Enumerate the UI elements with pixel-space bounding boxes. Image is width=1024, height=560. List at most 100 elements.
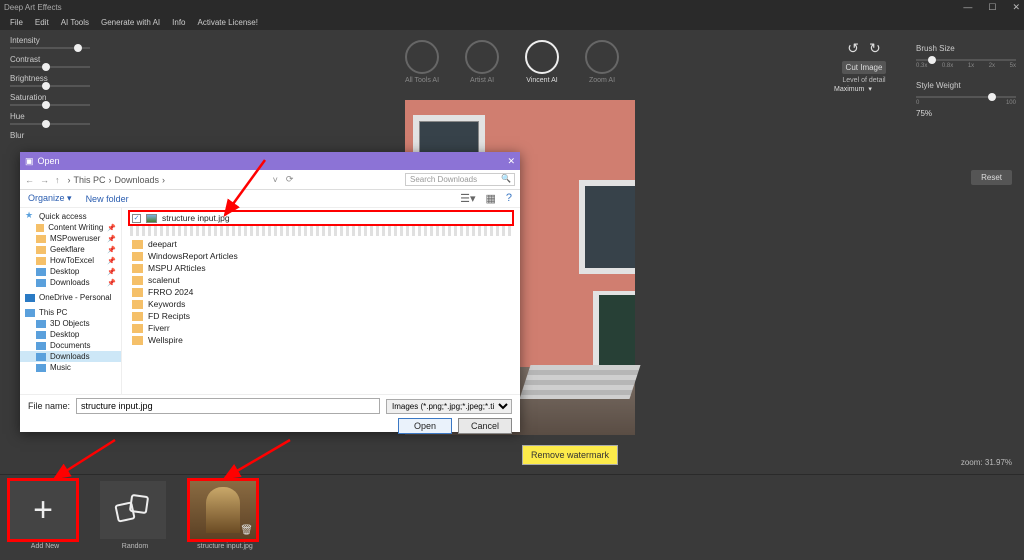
left-adjustments-panel: Intensity Contrast Brightness Saturation… xyxy=(0,30,110,152)
menu-bar: File Edit AI Tools Generate with AI Info… xyxy=(0,14,1024,30)
nav-dropdown-icon[interactable]: ˅ xyxy=(273,175,278,185)
file-row[interactable]: Wellspire xyxy=(130,334,512,346)
remove-watermark-button[interactable]: Remove watermark xyxy=(522,445,618,465)
open-button[interactable]: Open xyxy=(398,418,452,434)
sidebar-quick-access[interactable]: Quick access xyxy=(20,211,121,222)
close-icon[interactable]: ✕ xyxy=(1012,2,1020,13)
filename-label: File name: xyxy=(28,401,70,411)
intensity-slider[interactable] xyxy=(10,47,90,49)
file-row[interactable]: Fiverr xyxy=(130,322,512,334)
search-input[interactable]: Search Downloads🔍 xyxy=(405,173,515,186)
sidebar-item[interactable]: Documents xyxy=(20,340,121,351)
sidebar-item[interactable]: Geekflare📌 xyxy=(20,244,121,255)
intensity-label: Intensity xyxy=(10,36,100,45)
file-row[interactable]: scalenut xyxy=(130,274,512,286)
hue-slider[interactable] xyxy=(10,123,90,125)
cut-image-button[interactable]: Cut Image xyxy=(842,61,887,74)
file-row[interactable]: MSPU ARticles xyxy=(130,262,512,274)
dice-icon xyxy=(116,493,150,527)
sidebar-thispc[interactable]: This PC xyxy=(20,307,121,318)
new-folder-button[interactable]: New folder xyxy=(86,194,129,204)
sidebar-item-downloads[interactable]: Downloads xyxy=(20,351,121,362)
menu-activate[interactable]: Activate License! xyxy=(198,18,258,27)
help-icon[interactable]: ? xyxy=(506,192,512,205)
style-weight-label: Style Weight xyxy=(916,81,1016,90)
file-row[interactable]: Keywords xyxy=(130,298,512,310)
filename-input[interactable] xyxy=(76,398,380,414)
file-row[interactable]: FRRO 2024 xyxy=(130,286,512,298)
blur-label: Blur xyxy=(10,131,100,140)
thumb-add-new[interactable]: + Add New xyxy=(10,481,80,556)
mode-vincent[interactable]: Vincent AI xyxy=(522,40,562,84)
thumbnails-bar: + Add New Random 🗑 structure input.jpg xyxy=(0,474,1024,560)
sidebar-item[interactable]: 3D Objects xyxy=(20,318,121,329)
sidebar-item[interactable]: Content Writing📌 xyxy=(20,222,121,233)
lod-label: Level of detail xyxy=(834,77,894,84)
file-row[interactable]: deepart xyxy=(130,238,512,250)
zoom-level: zoom: 31.97% xyxy=(961,458,1012,467)
dialog-close-icon[interactable]: ✕ xyxy=(507,156,515,167)
undo-cut-panel: ↺ ↻ Cut Image Level of detail Maximum▾ xyxy=(834,40,894,93)
dialog-titlebar[interactable]: ▣Open ✕ xyxy=(20,152,520,170)
reset-button[interactable]: Reset xyxy=(971,170,1012,185)
brush-size-label: Brush Size xyxy=(916,44,1016,53)
checkbox-icon[interactable]: ✓ xyxy=(132,214,141,223)
menu-generate[interactable]: Generate with AI xyxy=(101,18,160,27)
cancel-button[interactable]: Cancel xyxy=(458,418,512,434)
nav-back-icon[interactable]: ← xyxy=(25,175,34,185)
dialog-sidebar: Quick access Content Writing📌 MSPoweruse… xyxy=(20,208,122,394)
maximize-icon[interactable]: ☐ xyxy=(988,2,996,13)
style-weight-slider[interactable] xyxy=(916,96,1016,98)
hue-label: Hue xyxy=(10,112,100,121)
nav-fwd-icon[interactable]: → xyxy=(40,175,49,185)
mode-all-tools[interactable]: All Tools AI xyxy=(402,40,442,84)
dialog-toolbar: Organize ▾ New folder ☰▾ ▦? xyxy=(20,190,520,208)
nav-up-icon[interactable]: ↑ xyxy=(55,175,60,185)
chevron-down-icon: ▾ xyxy=(868,85,872,93)
mode-zoom[interactable]: Zoom AI xyxy=(582,40,622,84)
sidebar-onedrive[interactable]: OneDrive - Personal xyxy=(20,292,121,303)
dialog-file-list: ✓structure input.jpg deepart WindowsRepo… xyxy=(122,208,520,394)
dialog-nav-bar: ← → ↑ ›This PC›Downloads› ˅ ⟳ Search Downl… xyxy=(20,170,520,190)
sidebar-item[interactable]: Desktop xyxy=(20,329,121,340)
saturation-label: Saturation xyxy=(10,93,100,102)
sidebar-item[interactable]: Downloads📌 xyxy=(20,277,121,288)
organize-menu[interactable]: Organize ▾ xyxy=(28,193,72,204)
thumb-random[interactable]: Random xyxy=(100,481,170,556)
view-details-icon[interactable]: ▦ xyxy=(485,192,495,205)
view-list-icon[interactable]: ☰▾ xyxy=(460,192,475,205)
redo-icon[interactable]: ↻ xyxy=(869,40,881,57)
app-title: Deep Art Effects xyxy=(4,3,62,12)
menu-info[interactable]: Info xyxy=(172,18,185,27)
file-open-dialog: ▣Open ✕ ← → ↑ ›This PC›Downloads› ˅ ⟳ Sear… xyxy=(20,152,520,432)
filetype-select[interactable]: Images (*.png;*.jpg;*.jpeg;*.tif;* xyxy=(386,399,512,414)
sidebar-item[interactable]: HowToExcel📌 xyxy=(20,255,121,266)
file-row[interactable]: WindowsReport Articles xyxy=(130,250,512,262)
brightness-label: Brightness xyxy=(10,74,100,83)
search-icon: 🔍 xyxy=(501,174,511,183)
menu-edit[interactable]: Edit xyxy=(35,18,49,27)
plus-icon: + xyxy=(33,491,53,530)
file-row[interactable]: FD Recipts xyxy=(130,310,512,322)
file-row-selected[interactable]: ✓structure input.jpg xyxy=(130,212,512,224)
refresh-icon[interactable]: ⟳ xyxy=(286,174,294,185)
trash-icon[interactable]: 🗑 xyxy=(240,525,253,536)
menu-ai-tools[interactable]: AI Tools xyxy=(61,18,89,27)
saturation-slider[interactable] xyxy=(10,104,90,106)
lod-select[interactable]: Maximum▾ xyxy=(834,85,894,93)
minimize-icon[interactable]: — xyxy=(963,2,972,13)
mode-artist[interactable]: Artist AI xyxy=(462,40,502,84)
contrast-slider[interactable] xyxy=(10,66,90,68)
right-panel: Brush Size 0.3x0.8x1x2x5x Style Weight 0… xyxy=(916,40,1016,118)
sidebar-item[interactable]: MSPoweruser📌 xyxy=(20,233,121,244)
brightness-slider[interactable] xyxy=(10,85,90,87)
thumb-structure-image[interactable]: 🗑 structure input.jpg xyxy=(190,481,260,556)
breadcrumb[interactable]: ›This PC›Downloads› xyxy=(68,175,166,185)
contrast-label: Contrast xyxy=(10,55,100,64)
ai-modes-row: All Tools AI Artist AI Vincent AI Zoom A… xyxy=(402,40,622,84)
sidebar-item[interactable]: Desktop📌 xyxy=(20,266,121,277)
brush-size-slider[interactable] xyxy=(916,59,1016,61)
sidebar-item[interactable]: Music xyxy=(20,362,121,373)
undo-icon[interactable]: ↺ xyxy=(847,40,859,57)
menu-file[interactable]: File xyxy=(10,18,23,27)
